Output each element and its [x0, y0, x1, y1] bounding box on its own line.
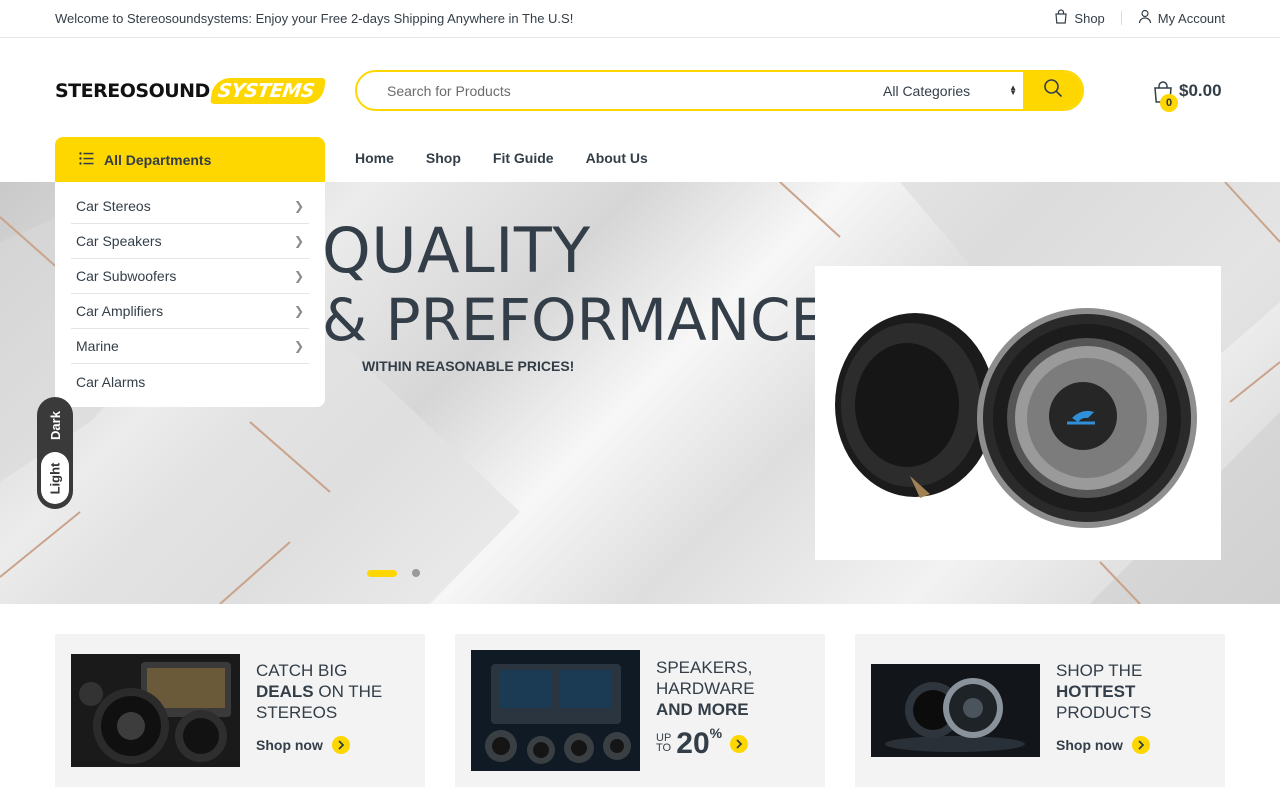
promo-hottest-line1: SHOP THE: [1056, 661, 1143, 680]
promo-speakers-line1: SPEAKERS,: [656, 658, 753, 677]
promo-hottest-image: [871, 664, 1040, 757]
promo-hottest-shop-now[interactable]: Shop now: [1056, 736, 1150, 754]
site-logo[interactable]: STEREOSOUND SYSTEMS: [55, 74, 326, 108]
promo-stereos-image: [71, 654, 240, 767]
theme-option-dark[interactable]: Dark: [37, 401, 73, 449]
promo-speakers-bold: AND MORE: [656, 699, 755, 720]
promo-stereos-text: CATCH BIG DEALS ON THE STEREOS: [256, 660, 382, 723]
cart-total: $0.00: [1179, 81, 1222, 100]
slider-pagination: [367, 569, 420, 577]
promo-speakers-discount: UP TO 20 %: [656, 725, 749, 760]
department-item-car-subwoofers[interactable]: Car Subwoofers ❯: [71, 259, 309, 294]
shop-now-label: Shop now: [1056, 737, 1123, 753]
department-item-car-alarms[interactable]: Car Alarms: [71, 364, 309, 399]
mini-cart[interactable]: 0 $0.00: [1152, 78, 1232, 114]
chevron-right-icon: ❯: [293, 234, 304, 248]
theme-option-light[interactable]: Light: [41, 452, 69, 504]
shop-now-label: Shop now: [256, 737, 323, 753]
promo-card-stereos[interactable]: CATCH BIG DEALS ON THE STEREOS Shop now: [55, 634, 425, 787]
promo-card-hottest[interactable]: SHOP THE HOTTEST PRODUCTS Shop now: [855, 634, 1225, 787]
department-label: Car Alarms: [76, 373, 146, 390]
promo-stereos-line1: CATCH BIG: [256, 661, 348, 680]
logo-text-primary: STEREOSOUND: [55, 80, 210, 102]
search-button[interactable]: [1023, 72, 1082, 109]
nav-fit-guide[interactable]: Fit Guide: [493, 150, 554, 166]
select-arrows-icon: ▲ ▼: [1009, 83, 1017, 97]
category-select[interactable]: All Categories ▲ ▼: [883, 72, 1025, 109]
discount-percent: %: [709, 725, 723, 741]
nav-home[interactable]: Home: [355, 150, 394, 166]
promo-stereos-shop-now[interactable]: Shop now: [256, 736, 350, 754]
discount-number: 20: [676, 727, 710, 760]
promo-hottest-bold: HOTTEST: [1056, 681, 1151, 702]
hero-heading-line2: & PREFORMANCE: [322, 286, 828, 354]
chevron-right-icon: ❯: [293, 304, 304, 318]
department-label: Car Amplifiers: [76, 303, 164, 319]
theme-option-dark-label: Dark: [47, 410, 63, 440]
promo-speakers-text: SPEAKERS, HARDWARE AND MORE: [656, 657, 755, 720]
hero-heading-line1: QUALITY: [322, 214, 591, 287]
welcome-message: Welcome to Stereosoundsystems: Enjoy you…: [55, 11, 574, 26]
nav-about-us[interactable]: About Us: [586, 150, 648, 166]
top-bar: Welcome to Stereosoundsystems: Enjoy you…: [0, 0, 1280, 38]
promo-hottest-line3: PRODUCTS: [1056, 703, 1152, 722]
divider: [1120, 11, 1122, 25]
cart-count-badge: 0: [1160, 94, 1178, 112]
promo-stereos-bold: DEALS: [256, 682, 314, 701]
promo-card-speakers[interactable]: SPEAKERS, HARDWARE AND MORE UP TO 20 %: [455, 634, 825, 787]
promo-stereos-rest: ON THE: [313, 682, 383, 701]
department-label: Car Speakers: [76, 233, 162, 249]
shopping-bag-icon: [1054, 9, 1068, 27]
theme-toggle[interactable]: Dark Light: [37, 397, 73, 509]
department-item-car-speakers[interactable]: Car Speakers ❯: [71, 224, 309, 259]
promo-hottest-bold-text: HOTTEST: [1056, 682, 1136, 701]
discount-up-to: UP TO: [656, 733, 672, 754]
top-link-shop[interactable]: Shop: [1054, 9, 1105, 27]
search-input[interactable]: [357, 72, 857, 109]
search-icon: [1043, 78, 1063, 103]
department-label: Marine: [76, 338, 119, 354]
user-icon: [1138, 9, 1152, 27]
top-link-shop-label: Shop: [1074, 10, 1105, 26]
slider-dot-1[interactable]: [367, 569, 397, 577]
search-bar: All Categories ▲▼: [355, 70, 1084, 111]
department-item-marine[interactable]: Marine ❯: [71, 329, 309, 364]
departments-menu: Car Stereos ❯ Car Speakers ❯ Car Subwoof…: [55, 182, 325, 407]
theme-option-light-label: Light: [47, 462, 63, 494]
chevron-right-icon: ❯: [293, 339, 304, 353]
slider-dot-2[interactable]: [412, 569, 420, 577]
department-label: Car Subwoofers: [76, 268, 177, 284]
chevron-right-icon: ❯: [293, 269, 304, 283]
category-select-value: All Categories: [883, 82, 971, 99]
arrow-right-icon[interactable]: [730, 735, 749, 753]
promo-speakers-image: [471, 650, 640, 771]
all-departments-button[interactable]: All Departments: [55, 137, 325, 182]
promo-stereos-line3: STEREOS: [256, 703, 338, 722]
top-link-my-account-label: My Account: [1157, 10, 1225, 26]
logo-text-secondary: SYSTEMS: [210, 78, 326, 104]
main-navigation: Home Shop Fit Guide About Us: [355, 150, 648, 166]
arrow-right-icon: [1131, 736, 1150, 754]
list-icon: [79, 151, 94, 168]
top-links: Shop My Account: [1054, 9, 1225, 27]
hero-subtitle: WITHIN REASONABLE PRICES!: [362, 358, 575, 374]
arrow-right-icon: [331, 736, 350, 754]
promo-hottest-text: SHOP THE HOTTEST PRODUCTS: [1056, 660, 1151, 723]
nav-shop[interactable]: Shop: [426, 150, 461, 166]
department-label: Car Stereos: [76, 198, 151, 214]
all-departments-label: All Departments: [104, 151, 212, 168]
department-item-car-amplifiers[interactable]: Car Amplifiers ❯: [71, 294, 309, 329]
promo-speakers-line2: HARDWARE: [656, 679, 755, 698]
promo-speakers-bold-text: AND MORE: [656, 700, 749, 719]
department-item-car-stereos[interactable]: Car Stereos ❯: [71, 189, 309, 224]
hero-subwoofer-image: [815, 266, 1221, 560]
promo-stereos-line2: DEALS ON THE: [256, 681, 382, 702]
top-link-my-account[interactable]: My Account: [1138, 9, 1225, 27]
chevron-right-icon: ❯: [293, 199, 304, 213]
discount-to: TO: [656, 742, 672, 754]
